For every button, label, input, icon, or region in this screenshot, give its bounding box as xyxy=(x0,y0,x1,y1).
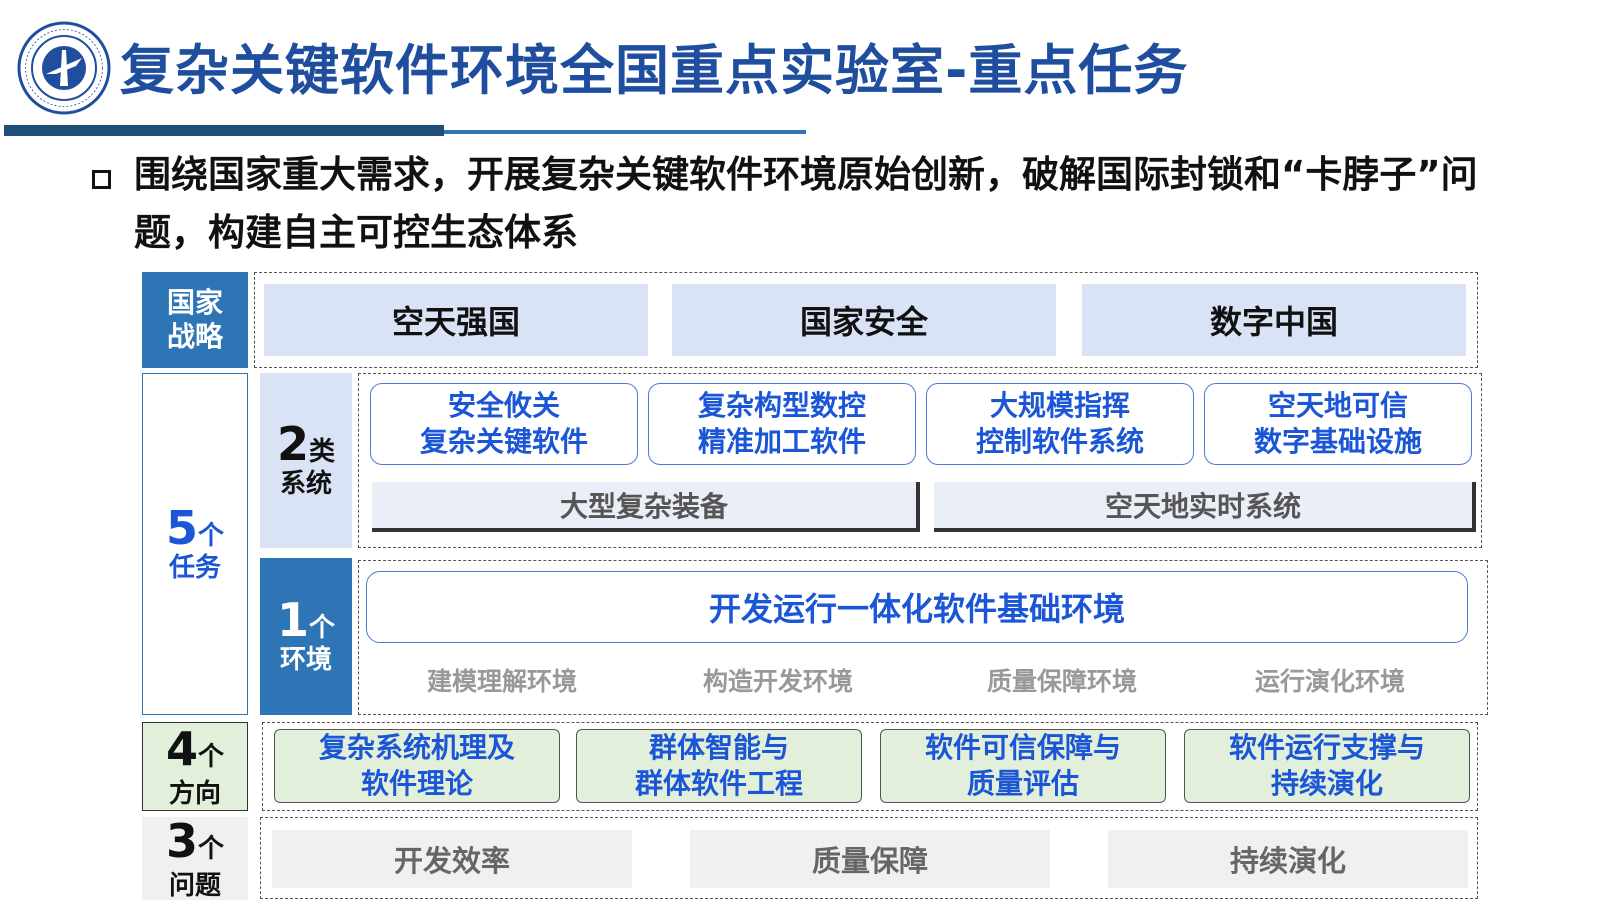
environment-unit: 个 xyxy=(309,613,336,643)
tasks-count: 5 xyxy=(165,500,198,555)
directions-count: 4 xyxy=(165,721,198,776)
problem-item: 开发效率 xyxy=(272,830,632,888)
system-card-line1: 复杂构型数控 xyxy=(697,389,866,422)
bullet-text: 围绕国家重大需求，开展复杂关键软件环境原始创新，破解国际封锁和“卡脖子”问题，构… xyxy=(134,153,1478,254)
title-underline-dark xyxy=(4,125,444,136)
page-title: 复杂关键软件环境全国重点实验室-重点任务 xyxy=(120,39,1189,102)
problem-item: 质量保障 xyxy=(690,830,1050,888)
directions-text: 方向 xyxy=(168,778,221,809)
system-card-line2: 复杂关键软件 xyxy=(419,425,588,458)
problems-label: 3个 问题 xyxy=(142,817,248,900)
system-card: 复杂构型数控 精准加工软件 xyxy=(648,383,916,465)
equipment-bar: 大型复杂装备 xyxy=(372,482,920,532)
bullet-square-icon xyxy=(92,170,111,189)
university-logo xyxy=(16,20,112,116)
direction-card-line1: 复杂系统机理及 xyxy=(318,731,515,764)
direction-card-line1: 群体智能与 xyxy=(648,731,789,764)
system-card: 空天地可信 数字基础设施 xyxy=(1204,383,1472,465)
problems-text: 问题 xyxy=(168,870,221,901)
systems-text: 系统 xyxy=(279,469,332,499)
direction-card-line2: 软件理论 xyxy=(360,767,473,800)
direction-card: 群体智能与 群体软件工程 xyxy=(576,729,862,803)
environment-sub: 构造开发环境 xyxy=(702,667,853,696)
system-card-line2: 数字基础设施 xyxy=(1253,425,1422,458)
directions-label: 4个 方向 xyxy=(142,722,248,811)
direction-card: 软件运行支撑与 持续演化 xyxy=(1184,729,1470,803)
environment-sub: 建模理解环境 xyxy=(426,667,577,696)
system-card-line1: 大规模指挥 xyxy=(989,389,1130,422)
direction-card-line1: 软件运行支撑与 xyxy=(1228,731,1425,764)
problem-item: 持续演化 xyxy=(1108,830,1468,888)
direction-card: 复杂系统机理及 软件理论 xyxy=(274,729,560,803)
system-card-line1: 安全攸关 xyxy=(447,389,560,422)
directions-unit: 个 xyxy=(198,741,225,772)
systems-count: 2 xyxy=(276,417,309,471)
tasks-unit: 个 xyxy=(198,520,225,551)
equipment-bar: 空天地实时系统 xyxy=(934,482,1476,532)
direction-card-line2: 群体软件工程 xyxy=(634,767,803,800)
strategy-item: 数字中国 xyxy=(1082,284,1466,356)
system-card-line2: 控制软件系统 xyxy=(975,425,1144,458)
strategy-label: 国家 战略 xyxy=(142,272,248,368)
systems-label: 2类 系统 xyxy=(260,373,352,548)
strategy-item: 空天强国 xyxy=(264,284,648,356)
system-card: 大规模指挥 控制软件系统 xyxy=(926,383,1194,465)
system-card: 安全攸关 复杂关键软件 xyxy=(370,383,638,465)
systems-unit: 类 xyxy=(309,437,336,467)
beihang-emblem-icon xyxy=(17,21,111,115)
problems-count: 3 xyxy=(165,813,198,868)
environment-sub: 质量保障环境 xyxy=(986,667,1137,696)
environment-main-card: 开发运行一体化软件基础环境 xyxy=(366,571,1468,643)
tasks-label: 5个 任务 xyxy=(142,373,248,715)
system-card-line2: 精准加工软件 xyxy=(697,425,866,458)
environment-text: 环境 xyxy=(279,645,332,675)
direction-card-line2: 持续演化 xyxy=(1270,767,1383,800)
environment-count: 1 xyxy=(276,593,309,647)
strategy-item: 国家安全 xyxy=(672,284,1056,356)
title-underline-blue xyxy=(444,130,806,134)
system-card-line1: 空天地可信 xyxy=(1267,389,1408,422)
problems-unit: 个 xyxy=(198,833,225,864)
tasks-text: 任务 xyxy=(168,552,221,583)
direction-card: 软件可信保障与 质量评估 xyxy=(880,729,1166,803)
environment-label: 1个 环境 xyxy=(260,558,352,715)
direction-card-line1: 软件可信保障与 xyxy=(924,731,1121,764)
direction-card-line2: 质量评估 xyxy=(966,767,1079,800)
environment-sub: 运行演化环境 xyxy=(1254,667,1405,696)
